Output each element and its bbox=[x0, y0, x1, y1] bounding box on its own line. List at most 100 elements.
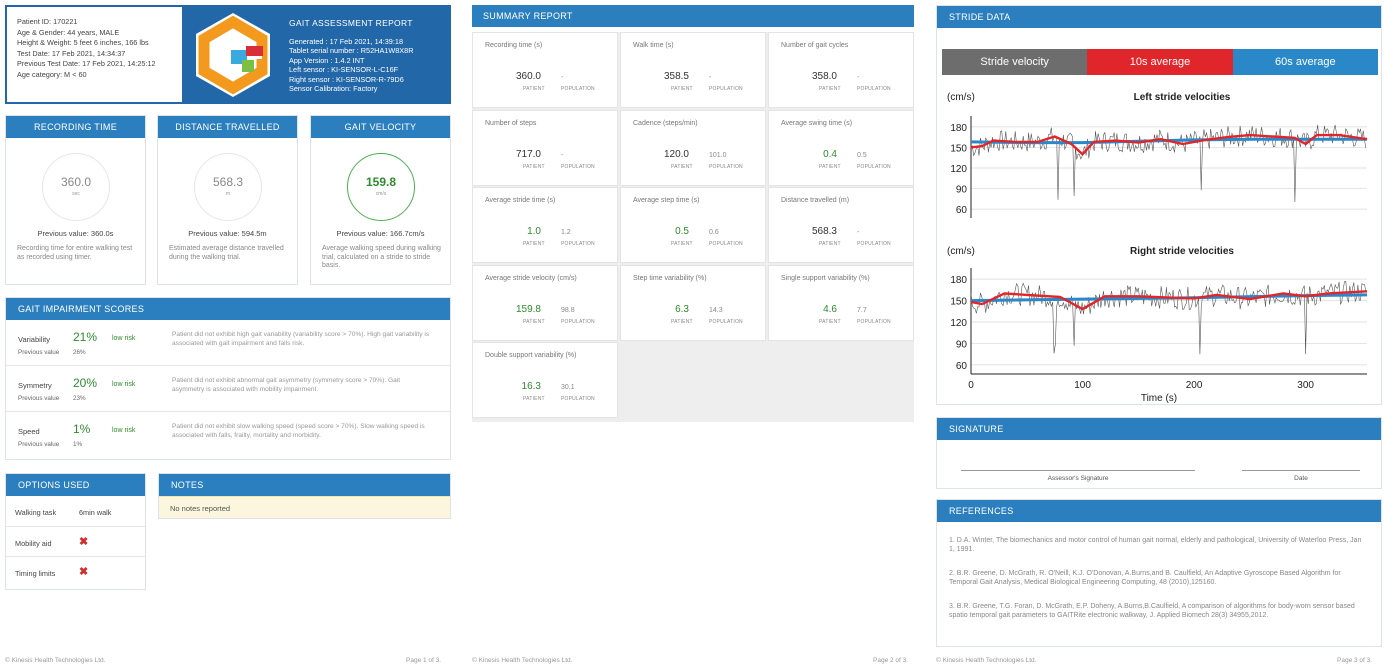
card-description: Estimated average distance travelled dur… bbox=[169, 245, 284, 261]
summary-cell: Walk time (s) 358.5 - PATIENT POPULATION bbox=[620, 32, 766, 108]
population-label: POPULATION bbox=[857, 86, 891, 92]
population-value: - bbox=[857, 74, 860, 81]
kinesis-logo bbox=[196, 13, 270, 97]
notes-panel: NOTES No notes reported bbox=[158, 473, 451, 519]
y-tick-label: 120 bbox=[950, 164, 967, 175]
card-title: GAIT VELOCITY bbox=[311, 116, 450, 138]
score-row-symmetry: Symmetry Previous value 20% 23% low risk… bbox=[6, 367, 450, 412]
report-header: Patient ID: 170221 Age & Gender: 44 year… bbox=[5, 5, 451, 104]
age-gender: Age & Gender: 44 years, MALE bbox=[17, 27, 120, 37]
patient-value: 16.3 bbox=[521, 381, 541, 392]
card-unit: cm/s bbox=[375, 191, 387, 197]
chart-ylabel: (cm/s) bbox=[947, 246, 975, 257]
chart-title: Left stride velocities bbox=[1134, 92, 1231, 103]
chart-xlabel: Time (s) bbox=[1141, 393, 1177, 404]
summary-cell: Average stride time (s) 1.0 1.2 PATIENT POPU… bbox=[472, 187, 618, 263]
patient-label: PATIENT bbox=[819, 318, 841, 325]
patient-label: PATIENT bbox=[523, 241, 545, 247]
risk-label: low risk bbox=[112, 335, 136, 342]
patient-label: PATIENT bbox=[523, 318, 545, 325]
previous-label: Previous value bbox=[18, 441, 60, 448]
stride-data: STRIDE DATA Stride velocity 10s average … bbox=[936, 5, 1382, 405]
score-percent: 1% bbox=[73, 422, 91, 436]
metric-label: Number of gait cycles bbox=[781, 42, 849, 49]
patient-label: PATIENT bbox=[819, 241, 841, 247]
score-name: Variability bbox=[18, 335, 50, 344]
footer-page: Page 3 of 3. bbox=[1337, 657, 1373, 664]
report-title: GAIT ASSESSMENT REPORT bbox=[289, 18, 413, 28]
y-tick-label: 180 bbox=[950, 123, 967, 134]
patient-info: Patient ID: 170221 Age & Gender: 44 year… bbox=[7, 7, 182, 102]
metric-label: Number of steps bbox=[485, 119, 537, 127]
sensor-calibration: Sensor Calibration: Factory bbox=[289, 84, 378, 93]
y-tick-label: 180 bbox=[950, 275, 967, 286]
patient-id: Patient ID: 170221 bbox=[17, 17, 78, 26]
patient-value: 717.0 bbox=[515, 148, 541, 160]
option-timing-limits: Timing limits ✖ bbox=[6, 557, 145, 588]
report-meta: GAIT ASSESSMENT REPORT Generated : 17 Fe… bbox=[289, 18, 414, 94]
patient-label: PATIENT bbox=[819, 163, 841, 170]
reference-2: 2. B.R. Greene, D. McGrath, R. O'Neill, … bbox=[949, 570, 1341, 586]
population-label: POPULATION bbox=[561, 241, 595, 247]
notes-text: No notes reported bbox=[159, 496, 450, 518]
patient-value: 159.8 bbox=[515, 303, 541, 315]
y-tick-label: 90 bbox=[956, 185, 968, 196]
population-value: 14.3 bbox=[709, 306, 723, 314]
section-title: NOTES bbox=[159, 474, 450, 496]
gait-velocity-card: GAIT VELOCITY 159.8 cm/s Previous value:… bbox=[310, 115, 451, 285]
population-value: 30.1 bbox=[561, 384, 575, 391]
patient-label: PATIENT bbox=[819, 86, 841, 92]
previous-label: Previous value bbox=[18, 395, 60, 402]
section-title: REFERENCES bbox=[937, 500, 1381, 522]
population-value: 98.8 bbox=[561, 306, 575, 314]
score-percent: 21% bbox=[73, 330, 98, 344]
footer-page: Page 1 of 3. bbox=[406, 657, 442, 664]
score-row-speed: Speed Previous value 1% 1% low risk Pati… bbox=[6, 413, 450, 458]
footer-company: © Kinesis Health Technologies Ltd. bbox=[936, 657, 1037, 664]
metric-label: Average swing time (s) bbox=[781, 119, 853, 127]
app-version: App Version : 1.4.2 INT bbox=[289, 55, 365, 65]
metric-label: Step time variability (%) bbox=[633, 274, 707, 282]
tablet-serial: Tablet serial number : R52HA1W8X8R bbox=[289, 46, 414, 55]
summary-cell: Number of gait cycles 358.0 - PATIENT POPULA… bbox=[768, 32, 914, 108]
population-label: POPULATION bbox=[561, 396, 595, 402]
generated-date: Generated : 17 Feb 2021, 14:39:18 bbox=[289, 36, 403, 46]
patient-value: 6.3 bbox=[675, 303, 689, 315]
metric-label: Single support variability (%) bbox=[781, 274, 870, 282]
signature-panel: SIGNATURE Assessor's Signature Date bbox=[936, 417, 1382, 489]
summary-cell: Distance travelled (m) 568.3 - PATIENT POPUL… bbox=[768, 187, 914, 263]
x-tick-label: 0 bbox=[968, 380, 974, 391]
population-label: POPULATION bbox=[561, 318, 595, 325]
previous-value: 26% bbox=[73, 349, 86, 356]
x-tick-label: 200 bbox=[1186, 380, 1203, 391]
patient-value: 0.5 bbox=[675, 226, 689, 237]
footer-company: © Kinesis Health Technologies Ltd. bbox=[472, 657, 573, 664]
summary-cell: Average stride velocity (cm/s) 159.8 98.8 P… bbox=[472, 264, 618, 341]
options-used: OPTIONS USED Walking task 6min walk Mobi… bbox=[5, 473, 146, 590]
value-circle: 159.8 cm/s bbox=[347, 153, 415, 221]
page-3: STRIDE DATA Stride velocity 10s average … bbox=[936, 0, 1382, 665]
legend-60s-average: 60s average bbox=[1232, 49, 1378, 75]
x-tick-label: 100 bbox=[1074, 380, 1091, 391]
card-description: Recording time for entire walking test a… bbox=[17, 245, 133, 261]
value-circle: 568.3 m bbox=[194, 153, 262, 221]
patient-value: 4.6 bbox=[823, 303, 837, 315]
option-label: Walking task bbox=[15, 508, 57, 517]
score-name: Symmetry bbox=[18, 381, 52, 390]
score-description: Patient did not exhibit slow walking spe… bbox=[172, 423, 425, 439]
y-tick-label: 90 bbox=[956, 339, 968, 350]
summary-cell: Step time variability (%) 6.3 14.3 PATIENT P… bbox=[620, 264, 766, 341]
card-value: 360.0 bbox=[60, 175, 92, 189]
patient-label: PATIENT bbox=[671, 241, 693, 247]
patient-label: PATIENT bbox=[671, 163, 693, 170]
card-unit: m bbox=[225, 191, 231, 197]
population-value: - bbox=[561, 151, 564, 159]
patient-value: 358.0 bbox=[811, 71, 837, 82]
score-row-variability: Variability Previous value 21% 26% low r… bbox=[6, 321, 450, 366]
distance-travelled-card: DISTANCE TRAVELLED 568.3 m Previous valu… bbox=[157, 115, 298, 285]
page-2: SUMMARY REPORT Recording time (s) 360.0 - P… bbox=[472, 0, 914, 665]
signature-line bbox=[961, 470, 1195, 471]
metric-label: Recording time (s) bbox=[485, 42, 543, 49]
section-title: SUMMARY REPORT bbox=[472, 5, 914, 27]
metric-label: Average step time (s) bbox=[633, 197, 700, 204]
